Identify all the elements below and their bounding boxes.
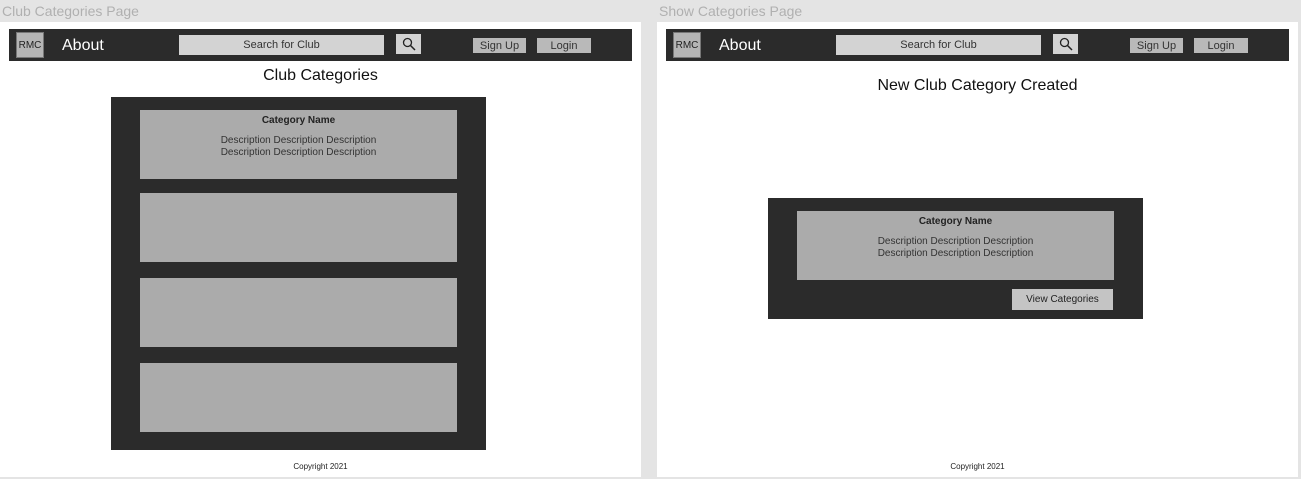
signup-button[interactable]: Sign Up [473, 38, 526, 53]
footer-copyright: Copyright 2021 [950, 462, 1005, 471]
frame-label-club-categories: Club Categories Page [2, 3, 139, 19]
category-card: Category Name Description Description De… [797, 211, 1114, 280]
page-title: New Club Category Created [877, 77, 1078, 94]
categories-panel: Category Name Description Description De… [111, 97, 486, 450]
view-categories-button[interactable]: View Categories [1012, 289, 1113, 310]
show-categories-page: RMC About Sign Up Login New Club Categor… [657, 22, 1298, 477]
login-button[interactable]: Login [537, 38, 591, 53]
logo[interactable]: RMC [16, 32, 44, 58]
login-button[interactable]: Login [1194, 38, 1248, 53]
category-panel: Category Name Description Description De… [768, 198, 1143, 319]
search-input[interactable] [836, 35, 1041, 55]
navbar: RMC About Sign Up Login [666, 29, 1289, 61]
description-line: Description Description Description [877, 236, 1034, 247]
footer-copyright: Copyright 2021 [293, 462, 348, 471]
category-card[interactable] [140, 193, 457, 262]
logo[interactable]: RMC [673, 32, 701, 58]
frame-label-show-categories: Show Categories Page [659, 3, 803, 19]
search-icon [1059, 37, 1073, 51]
about-link[interactable]: About [719, 37, 761, 55]
description-line: Description Description Description [877, 248, 1034, 259]
search-input[interactable] [179, 35, 384, 55]
about-link[interactable]: About [62, 37, 104, 55]
category-card[interactable]: Category Name Description Description De… [140, 110, 457, 179]
category-card[interactable] [140, 363, 457, 432]
category-name: Category Name [261, 115, 336, 126]
category-name: Category Name [918, 216, 993, 227]
category-card[interactable] [140, 278, 457, 347]
search-button[interactable] [1053, 34, 1078, 54]
search-button[interactable] [396, 34, 421, 54]
search-icon [402, 37, 416, 51]
category-description: Description Description Description Desc… [140, 135, 457, 159]
description-line: Description Description Description [220, 135, 377, 146]
signup-button[interactable]: Sign Up [1130, 38, 1183, 53]
description-line: Description Description Description [220, 147, 377, 158]
club-categories-page: RMC About Sign Up Login Club Categories … [0, 22, 641, 477]
page-title: Club Categories [263, 67, 378, 84]
category-description: Description Description Description Desc… [797, 236, 1114, 260]
navbar: RMC About Sign Up Login [9, 29, 632, 61]
